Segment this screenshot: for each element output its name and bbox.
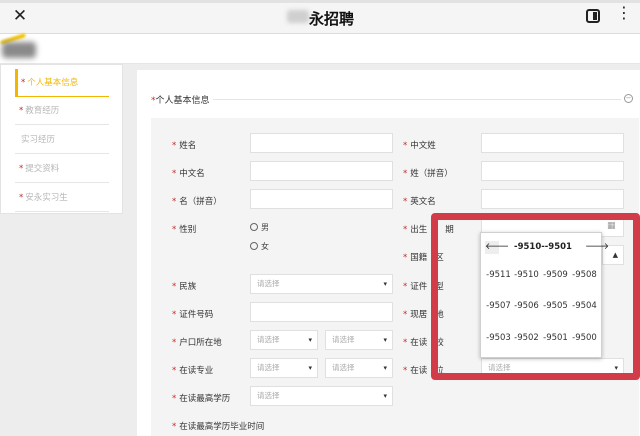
- logo: [2, 42, 36, 58]
- chevron-down-icon: ▾: [308, 364, 312, 372]
- year-cell[interactable]: -9511: [485, 270, 512, 280]
- label-graduation-time: * 在读最高学历毕业时间: [172, 422, 265, 432]
- year-cell[interactable]: -9508: [571, 270, 598, 280]
- ethnicity-select[interactable]: 请选择 ▾: [250, 274, 393, 294]
- year-cell[interactable]: -9503: [485, 333, 512, 343]
- chevron-down-icon: ▾: [383, 392, 387, 400]
- year-cell[interactable]: -9500: [571, 333, 598, 343]
- sidebar-item-submit-docs[interactable]: * 提交资料: [15, 155, 109, 183]
- sidebar-toggle-icon[interactable]: [586, 9, 600, 23]
- english-name-input[interactable]: [481, 189, 624, 209]
- close-icon[interactable]: ✕: [10, 6, 30, 26]
- label-highest-degree: * 在读最高学历: [172, 394, 231, 404]
- year-cell[interactable]: -9510: [513, 270, 540, 280]
- name-input[interactable]: [250, 133, 393, 153]
- label-name: * 姓名: [172, 141, 197, 151]
- year-cell[interactable]: -9507: [485, 301, 512, 311]
- radio-circle-icon: [250, 242, 258, 250]
- label-id-number: * 证件号码: [172, 310, 214, 320]
- label-major: * 在读专业: [172, 366, 214, 376]
- brand-bar: [0, 33, 640, 64]
- year-cell[interactable]: -9509: [542, 270, 569, 280]
- title-redacted-prefix: [287, 10, 309, 23]
- label-hukou: * 户口所在地: [172, 338, 222, 348]
- status-bar-fragment: [0, 0, 640, 3]
- year-cell[interactable]: -9501: [542, 333, 569, 343]
- more-options-icon[interactable]: ⋮: [616, 3, 632, 23]
- label-given-name-pinyin: * 名（拼音）: [172, 197, 222, 207]
- year-cell[interactable]: -9506: [513, 301, 540, 311]
- gender-radio-male[interactable]: 男: [250, 222, 269, 233]
- major-select[interactable]: 请选择 ▾: [325, 358, 393, 378]
- top-bar: ✕ 永招聘 ⋮: [0, 0, 640, 34]
- year-cell[interactable]: -9505: [542, 301, 569, 311]
- radio-circle-icon: [250, 223, 258, 231]
- decade-range[interactable]: -9510--9501: [507, 242, 579, 252]
- id-number-input[interactable]: [250, 302, 393, 322]
- chevron-down-icon: ▾: [383, 364, 387, 372]
- label-surname-pinyin: * 姓（拼音）: [403, 169, 453, 179]
- section-title: *个人基本信息: [151, 96, 210, 106]
- sidebar-item-education[interactable]: * 教育经历: [15, 97, 109, 125]
- label-chinese-given-name: * 中文名: [172, 169, 205, 179]
- year-cell[interactable]: -9502: [513, 333, 540, 343]
- label-english-name: * 英文名: [403, 197, 436, 207]
- given-name-pinyin-input[interactable]: [250, 189, 393, 209]
- chevron-down-icon: ▾: [383, 336, 387, 344]
- sidebar-item-intern-program[interactable]: * 安永实习生: [15, 184, 109, 212]
- sidebar-item-personal-info[interactable]: * 个人基本信息: [15, 69, 109, 97]
- sidebar-item-internship[interactable]: 实习经历: [15, 126, 109, 154]
- label-gender: * 性别: [172, 225, 197, 235]
- section-divider: [213, 99, 621, 100]
- next-decade-arrow-icon[interactable]: 🡒: [585, 241, 609, 254]
- surname-pinyin-input[interactable]: [481, 161, 624, 181]
- chinese-given-name-input[interactable]: [250, 161, 393, 181]
- year-cell[interactable]: -9504: [571, 301, 598, 311]
- year-picker-popup: 🡐 -9510--9501 🡒 -9511 -9510 -9509 -9508 …: [480, 232, 609, 358]
- year-picker-header: 🡐 -9510--9501 🡒: [481, 233, 609, 261]
- chevron-down-icon: ▾: [383, 280, 387, 288]
- label-ethnicity: * 民族: [172, 282, 197, 292]
- hukou-province-select[interactable]: 请选择 ▾: [250, 330, 318, 350]
- label-chinese-surname: * 中文姓: [403, 141, 436, 151]
- chinese-surname-input[interactable]: [481, 133, 624, 153]
- collapse-icon[interactable]: −: [624, 94, 633, 103]
- major-category-select[interactable]: 请选择 ▾: [250, 358, 318, 378]
- sidebar: * 个人基本信息 * 教育经历 实习经历 * 提交资料 * 安永实习生: [0, 64, 123, 214]
- page-title: 永招聘: [309, 10, 355, 28]
- gender-radio-female[interactable]: 女: [250, 241, 269, 252]
- prev-decade-arrow-icon[interactable]: 🡐: [485, 241, 509, 254]
- highest-degree-select[interactable]: 请选择 ▾: [250, 386, 393, 406]
- chevron-down-icon: ▾: [308, 336, 312, 344]
- hukou-city-select[interactable]: 请选择 ▾: [325, 330, 393, 350]
